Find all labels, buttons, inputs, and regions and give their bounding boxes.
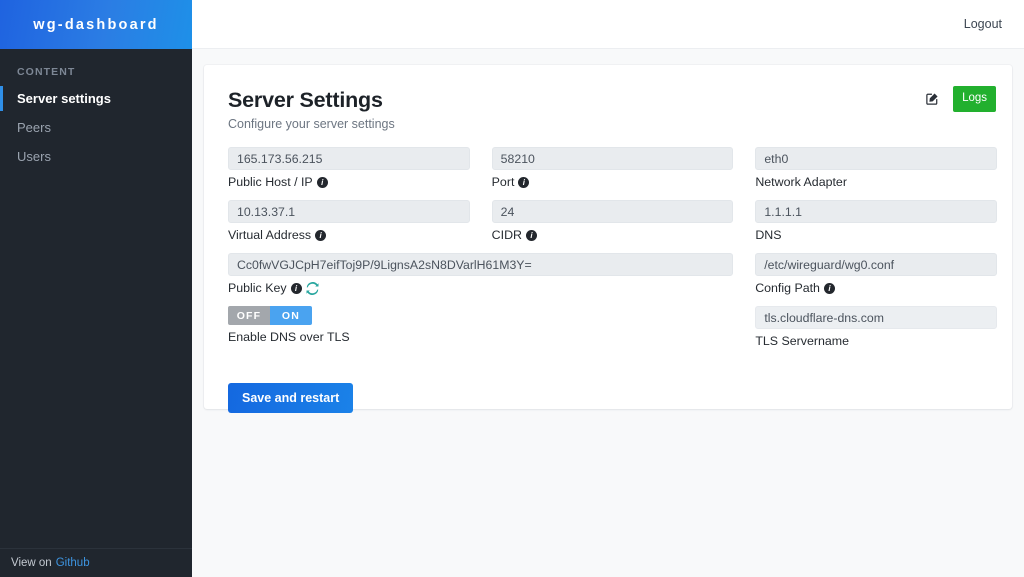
- dns-over-tls-toggle[interactable]: OFF ON: [228, 306, 312, 325]
- cidr-input[interactable]: [491, 200, 734, 223]
- label-text: DNS: [755, 228, 782, 242]
- field-cidr: CIDR i: [491, 200, 734, 243]
- sidebar-item-label: Users: [17, 149, 51, 164]
- page-subtitle: Configure your server settings: [228, 117, 395, 131]
- sidebar-item-peers[interactable]: Peers: [0, 113, 192, 142]
- field-network-adapter: Network Adapter: [755, 147, 998, 190]
- network-adapter-label: Network Adapter: [755, 174, 997, 190]
- server-settings-card: Logs Server Settings Configure your serv…: [204, 65, 1012, 413]
- field-row: OFF ON Enable DNS over TLS TLS Servernam…: [228, 306, 998, 349]
- topbar: Logout: [192, 0, 1024, 49]
- port-input[interactable]: [491, 147, 734, 170]
- logout-link[interactable]: Logout: [964, 17, 1002, 31]
- virtual-address-input[interactable]: [228, 200, 470, 223]
- public-key-label: Public Key i: [228, 280, 733, 296]
- info-icon[interactable]: i: [518, 176, 530, 188]
- info-icon[interactable]: i: [525, 229, 537, 241]
- info-icon[interactable]: i: [290, 282, 302, 294]
- label-text: TLS Servername: [755, 334, 849, 348]
- tls-servername-input[interactable]: [755, 306, 998, 329]
- field-dns-over-tls: OFF ON Enable DNS over TLS: [228, 306, 470, 349]
- sidebar-item-label: Server settings: [17, 91, 111, 106]
- save-and-restart-button[interactable]: Save and restart: [228, 383, 354, 413]
- label-text: Enable DNS over TLS: [228, 330, 350, 344]
- public-key-input[interactable]: [228, 253, 734, 276]
- dns-label: DNS: [755, 227, 997, 243]
- label-text: Virtual Address: [228, 228, 312, 242]
- grid-spacer: [492, 306, 734, 349]
- page-title: Server Settings: [228, 88, 383, 112]
- info-icon[interactable]: i: [823, 282, 835, 294]
- dns-input[interactable]: [755, 200, 998, 223]
- network-adapter-input[interactable]: [755, 147, 998, 170]
- field-config-path: Config Path i: [755, 253, 997, 296]
- dns-over-tls-label: Enable DNS over TLS: [228, 329, 470, 345]
- field-dns: DNS: [755, 200, 998, 243]
- field-row: Virtual Address i CIDR i DNS: [228, 200, 998, 243]
- virtual-address-label: Virtual Address i: [228, 227, 470, 243]
- sidebar: wg-dashboard CONTENT Server settings Pee…: [0, 0, 192, 577]
- app-root: wg-dashboard CONTENT Server settings Pee…: [0, 0, 1024, 577]
- field-port: Port i: [491, 147, 734, 190]
- sidebar-footer-text: View on: [11, 557, 52, 569]
- label-text: Network Adapter: [755, 175, 847, 189]
- card-actions: Logs: [924, 86, 996, 112]
- brand-title: wg-dashboard: [33, 16, 159, 33]
- sidebar-item-label: Peers: [17, 120, 51, 135]
- cidr-label: CIDR i: [492, 227, 734, 243]
- config-path-input[interactable]: [755, 253, 997, 276]
- label-text: Public Key: [228, 281, 287, 295]
- info-icon[interactable]: i: [316, 176, 328, 188]
- brand-logo[interactable]: wg-dashboard: [0, 0, 192, 49]
- edit-pencil-square-icon[interactable]: [924, 90, 941, 107]
- field-row: Public Key i Config Path: [228, 253, 997, 296]
- logs-button[interactable]: Logs: [953, 86, 996, 112]
- sidebar-footer: View on Github: [0, 548, 192, 577]
- sidebar-item-users[interactable]: Users: [0, 142, 192, 171]
- tls-servername-label: TLS Servername: [755, 333, 997, 349]
- field-virtual-address: Virtual Address i: [228, 200, 470, 243]
- github-link[interactable]: Github: [56, 557, 90, 569]
- refresh-icon[interactable]: [306, 281, 319, 295]
- field-tls-servername: TLS Servername: [755, 306, 998, 349]
- label-text: CIDR: [491, 228, 522, 242]
- label-text: Public Host / IP: [228, 175, 313, 189]
- toggle-off-segment[interactable]: OFF: [228, 306, 270, 325]
- sidebar-section-label: CONTENT: [17, 66, 76, 78]
- info-icon[interactable]: i: [315, 229, 327, 241]
- field-public-host-ip: Public Host / IP i: [228, 147, 470, 190]
- config-path-label: Config Path i: [755, 280, 997, 296]
- public-host-ip-input[interactable]: [228, 147, 470, 170]
- toggle-on-segment[interactable]: ON: [270, 306, 312, 325]
- main-content: Logs Server Settings Configure your serv…: [192, 49, 1024, 577]
- label-text: Port: [491, 175, 515, 189]
- port-label: Port i: [492, 174, 734, 190]
- label-text: Config Path: [755, 281, 820, 295]
- field-row: Public Host / IP i Port i Network Adapte…: [228, 147, 998, 190]
- sidebar-item-server-settings[interactable]: Server settings: [0, 84, 192, 113]
- public-host-ip-label: Public Host / IP i: [228, 174, 470, 190]
- field-public-key: Public Key i: [228, 253, 734, 296]
